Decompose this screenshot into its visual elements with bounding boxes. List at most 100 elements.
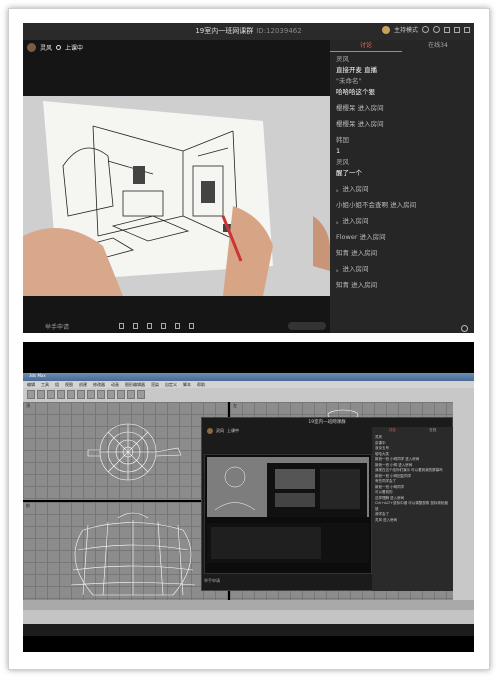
room-id: ID:12039462 bbox=[256, 27, 302, 35]
render-icon[interactable] bbox=[137, 390, 145, 399]
window-controls: 主持模式 bbox=[381, 25, 470, 34]
share-icon[interactable] bbox=[119, 323, 125, 329]
chat-message: 韩国 1 bbox=[336, 136, 349, 155]
max-title-bar: 3ds Max bbox=[23, 373, 474, 381]
more-icon[interactable] bbox=[189, 323, 195, 329]
mirror-icon[interactable] bbox=[107, 390, 115, 399]
minimize-icon[interactable] bbox=[444, 26, 450, 33]
control-icons bbox=[119, 323, 195, 329]
select-icon[interactable] bbox=[57, 390, 65, 399]
system-message: 。进入房间 bbox=[336, 265, 369, 273]
system-message: 。进入房间 bbox=[336, 185, 369, 193]
system-message: 樱樱呆 进入房间 bbox=[336, 104, 384, 112]
max-screenshot: 3ds Max 编辑 工具 组 视图 创建 修改器 动画 图形编辑器 渲染 自定… bbox=[23, 342, 474, 652]
overlay-message: Ctrl+ALT+鼠标中键 可以调整视角 鼠标滚轮缩放 bbox=[375, 501, 448, 511]
move-icon[interactable] bbox=[67, 390, 75, 399]
teapot-top-view bbox=[87, 423, 182, 481]
overlay-tabs: 讨论 在线 bbox=[372, 427, 453, 433]
menu-item[interactable]: 渲染 bbox=[151, 381, 159, 388]
system-message: 知青 进入房间 bbox=[336, 249, 378, 257]
overlay-host-avatar bbox=[207, 428, 213, 434]
nested-screen bbox=[205, 455, 371, 573]
overlay-host-status: 上课中 bbox=[227, 428, 239, 433]
overlay-message: 我现在这个给你们演示 可以看到我的屏幕吗 bbox=[375, 468, 443, 472]
host-avatar bbox=[27, 43, 36, 52]
video-area: 灵风 上课中 举手申请 bbox=[23, 40, 330, 333]
viewport-label: 顶 bbox=[26, 403, 30, 408]
teapot-front-view bbox=[70, 512, 196, 596]
maximize-icon[interactable] bbox=[454, 26, 460, 33]
system-message: 知青 进入房间 bbox=[336, 281, 378, 289]
user-avatar[interactable] bbox=[381, 25, 390, 34]
tab-discussion[interactable]: 讨论 bbox=[330, 40, 402, 52]
chat-footer bbox=[330, 323, 474, 333]
video-controls: 举手申请 bbox=[23, 319, 330, 333]
apply-button[interactable]: 举手申请 bbox=[45, 322, 69, 331]
end-class-button[interactable] bbox=[288, 322, 326, 330]
link-icon[interactable] bbox=[47, 390, 55, 399]
mic-icon[interactable] bbox=[147, 323, 153, 329]
host-status: 上课中 bbox=[65, 45, 84, 52]
chat-message: "未命名" 哈哈哈这个狠 bbox=[336, 77, 375, 96]
screen-icon[interactable] bbox=[175, 323, 181, 329]
message-list: 灵风 直接开麦 直播 "未命名" 哈哈哈这个狠 樱樱呆 进入房间 樱樱呆 进入房间 … bbox=[330, 52, 474, 298]
menu-item[interactable]: 修改器 bbox=[93, 381, 105, 388]
timeline[interactable] bbox=[23, 600, 474, 610]
menu-item[interactable]: 自定义 bbox=[165, 381, 177, 388]
overlay-tab-online[interactable]: 在线 bbox=[413, 427, 454, 433]
menu-item[interactable]: 脚本 bbox=[183, 381, 191, 388]
overlay-title: 19室内一班网课群 bbox=[308, 420, 346, 425]
menu-item[interactable]: 帮助 bbox=[197, 381, 205, 388]
chat-tabs: 讨论 在线34 bbox=[330, 40, 474, 52]
rotate-icon[interactable] bbox=[77, 390, 85, 399]
system-message: 樱樱呆 进入房间 bbox=[336, 120, 384, 128]
overlay-host-name: 灵风 bbox=[216, 428, 224, 433]
overlay-class-window: 19室内一班网课群 灵风 上课中 举手申请 讨论 在线 灵风 讲课中 浙京五号 … bbox=[201, 417, 453, 591]
tab-online[interactable]: 在线34 bbox=[402, 40, 474, 52]
overlay-message: 灵风 进入房间 bbox=[375, 517, 398, 522]
overlay-apply-button[interactable]: 举手申请 bbox=[204, 578, 220, 583]
system-message: 小姐小姐不会查啊 进入房间 bbox=[336, 201, 417, 209]
max-menu-bar: 编辑 工具 组 视图 创建 修改器 动画 图形编辑器 渲染 自定义 脚本 帮助 bbox=[23, 381, 474, 388]
menu-item[interactable]: 动画 bbox=[111, 381, 119, 388]
chat-panel: 讨论 在线34 灵风 直接开麦 直播 "未命名" 哈哈哈这个狠 樱樱呆 进入房间 樱… bbox=[330, 40, 474, 333]
max-toolbar bbox=[23, 388, 474, 402]
close-icon[interactable] bbox=[464, 26, 470, 33]
overlay-message-list: 灵风 讲课中 浙京五号 哈哈大笑 新浪一班 小明同学 进入房间 新浪一班 小明 … bbox=[372, 433, 453, 525]
room-title: 19室内一班网课群 bbox=[195, 27, 254, 35]
material-icon[interactable] bbox=[127, 390, 135, 399]
settings-icon[interactable] bbox=[422, 26, 429, 33]
video-frame bbox=[23, 96, 330, 296]
command-panel[interactable] bbox=[453, 402, 474, 612]
menu-item[interactable]: 组 bbox=[55, 381, 59, 388]
status-bar bbox=[23, 610, 474, 624]
taskbar bbox=[23, 624, 474, 636]
host-info: 灵风 上课中 bbox=[27, 43, 83, 52]
system-message: 。进入房间 bbox=[336, 217, 369, 225]
viewport-label: 前 bbox=[26, 503, 30, 508]
help-icon[interactable] bbox=[433, 26, 440, 33]
snap-icon[interactable] bbox=[97, 390, 105, 399]
overlay-tab-discussion[interactable]: 讨论 bbox=[372, 427, 413, 433]
status-icon bbox=[56, 45, 62, 50]
max-title: 3ds Max bbox=[29, 373, 46, 378]
chat-message: 灵风 直接开麦 直播 bbox=[336, 55, 378, 74]
menu-item[interactable]: 视图 bbox=[65, 381, 73, 388]
scale-icon[interactable] bbox=[87, 390, 95, 399]
title-bar: 19室内一班网课群 ID:12039462 主持模式 bbox=[23, 23, 474, 40]
mode-label[interactable]: 主持模式 bbox=[394, 25, 418, 34]
menu-item[interactable]: 工具 bbox=[41, 381, 49, 388]
redo-icon[interactable] bbox=[37, 390, 45, 399]
host-name: 灵风 bbox=[40, 45, 53, 52]
menu-item[interactable]: 图形编辑器 bbox=[125, 381, 145, 388]
menu-item[interactable]: 编辑 bbox=[27, 381, 35, 388]
align-icon[interactable] bbox=[117, 390, 125, 399]
viewport-label: 左 bbox=[233, 403, 237, 408]
chat-message: 灵风 醒了一个 bbox=[336, 158, 362, 177]
record-icon[interactable] bbox=[133, 323, 139, 329]
menu-item[interactable]: 创建 bbox=[79, 381, 87, 388]
emoji-icon[interactable] bbox=[461, 325, 468, 332]
undo-icon[interactable] bbox=[27, 390, 35, 399]
camera-icon[interactable] bbox=[161, 323, 167, 329]
overlay-video bbox=[204, 454, 372, 574]
